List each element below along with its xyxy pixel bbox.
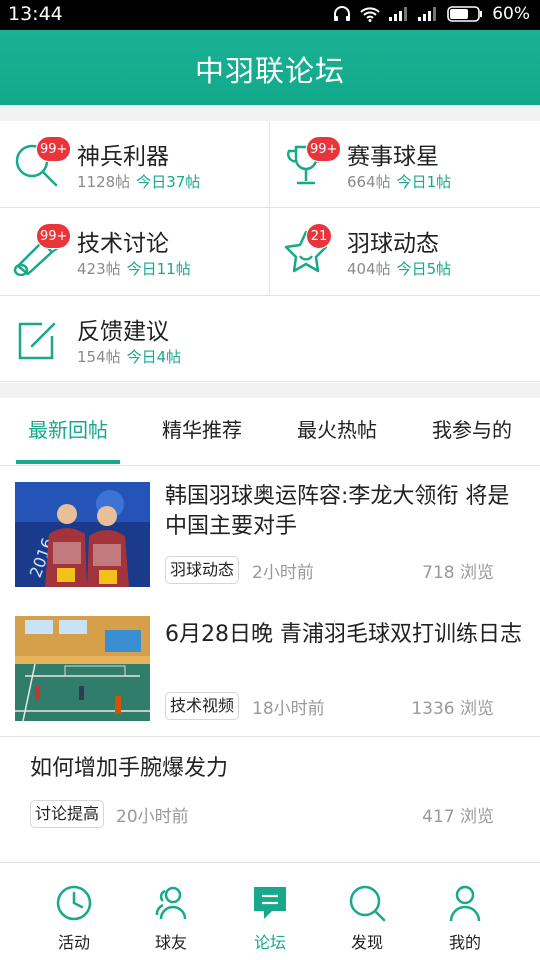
- post-title: 如何增加手腕爆发力: [30, 756, 229, 781]
- post-count: 154帖: [77, 348, 121, 366]
- nav-label: 论坛: [253, 933, 286, 952]
- nav-forum[interactable]: 论坛: [216, 863, 324, 960]
- search-icon: [349, 885, 386, 922]
- court-photo: [15, 616, 150, 721]
- forum-category-shenbingliqi[interactable]: 99+ 神兵利器 1128帖 今日37帖: [0, 121, 268, 207]
- post-category-tag[interactable]: 羽球动态: [165, 556, 240, 584]
- forum-category-yuqiudongtai[interactable]: 21 羽球动态 404帖 今日5帖: [270, 208, 538, 294]
- today-count: 今日37帖: [136, 173, 201, 191]
- forum-category-stats: 404帖 今日5帖: [347, 258, 451, 279]
- today-count: 今日5帖: [396, 260, 452, 278]
- nav-label: 发现: [350, 933, 383, 952]
- tab-participated[interactable]: 我参与的: [420, 398, 524, 464]
- nav-label: 我的: [448, 933, 481, 952]
- forum-category-name: 赛事球星: [347, 144, 439, 170]
- forum-category-saishiqiuxing[interactable]: 99+ 赛事球星 664帖 今日1帖: [270, 121, 538, 207]
- edit-icon: [18, 322, 56, 360]
- app-header: 中羽联论坛: [0, 30, 540, 105]
- today-count: 今日11帖: [126, 260, 191, 278]
- post-time: 18小时前: [252, 699, 325, 719]
- unread-badge: 99+: [306, 136, 342, 162]
- list-item[interactable]: 6月28日晚 青浦羽毛球双打训练日志 技术视频 18小时前 1336 浏览: [0, 601, 540, 736]
- post-filter-tabs: 最新回帖 精华推荐 最火热帖 我参与的: [0, 398, 540, 466]
- battery-percent: 60%: [492, 4, 530, 24]
- post-thumbnail: [15, 616, 150, 721]
- post-time: 20小时前: [116, 807, 189, 827]
- section-gap: [0, 383, 540, 398]
- post-count: 404帖: [347, 260, 391, 278]
- signal-icon: [389, 7, 408, 21]
- status-icons: 60%: [333, 4, 530, 24]
- post-count: 664帖: [347, 173, 391, 191]
- forum-chat-icon: [254, 887, 286, 919]
- nav-label: 活动: [57, 933, 90, 952]
- post-count: 423帖: [77, 260, 121, 278]
- post-thumbnail: 2016: [15, 482, 150, 587]
- nav-discover[interactable]: 发现: [313, 863, 421, 960]
- post-time: 2小时前: [252, 563, 314, 583]
- headset-icon: [334, 6, 351, 21]
- post-category-tag[interactable]: 技术视频: [165, 692, 240, 720]
- wifi-icon: [360, 7, 380, 22]
- nav-label: 球友: [154, 933, 187, 952]
- nav-friends[interactable]: 球友: [117, 863, 225, 960]
- list-item[interactable]: 如何增加手腕爆发力 讨论提高 20小时前 417 浏览: [0, 737, 540, 862]
- post-views: 1336 浏览: [411, 699, 494, 719]
- post-views: 718 浏览: [422, 563, 494, 583]
- post-count: 1128帖: [77, 173, 131, 191]
- signal-icon-2: [418, 7, 437, 21]
- page-title: 中羽联论坛: [194, 54, 345, 88]
- nav-activity[interactable]: 活动: [20, 863, 128, 960]
- battery-icon: [447, 6, 483, 22]
- unread-badge: 99+: [36, 136, 72, 162]
- forum-category-name: 反馈建议: [77, 319, 169, 345]
- today-count: 今日4帖: [126, 348, 182, 366]
- forum-category-name: 羽球动态: [347, 231, 439, 257]
- forum-category-name: 技术讨论: [77, 231, 169, 257]
- forum-category-stats: 154帖 今日4帖: [77, 346, 181, 367]
- active-tab-indicator: [16, 460, 120, 464]
- nav-profile[interactable]: 我的: [411, 863, 519, 960]
- forum-category-stats: 423帖 今日11帖: [77, 258, 191, 279]
- forum-category-fankuijianyi[interactable]: 反馈建议 154帖 今日4帖: [0, 296, 268, 382]
- unread-badge: 21: [306, 223, 332, 249]
- forum-category-grid: 99+ 神兵利器 1128帖 今日37帖 99+ 赛事球星 664帖 今日1帖 99…: [0, 121, 540, 382]
- post-views: 417 浏览: [422, 807, 494, 827]
- forum-category-jishutaolun[interactable]: 99+ 技术讨论 423帖 今日11帖: [0, 208, 268, 294]
- forum-category-stats: 1128帖 今日37帖: [77, 171, 200, 192]
- bottom-navigation: 活动 球友 论坛 发现 我的: [0, 862, 540, 960]
- profile-icon: [449, 885, 481, 922]
- forum-category-stats: 664帖 今日1帖: [347, 171, 451, 192]
- tab-latest-replies[interactable]: 最新回帖: [16, 398, 120, 464]
- tab-hottest[interactable]: 最火热帖: [285, 398, 389, 464]
- section-gap: [0, 105, 540, 121]
- unread-badge: 99+: [36, 223, 72, 249]
- friends-icon: [155, 886, 187, 920]
- today-count: 今日1帖: [396, 173, 452, 191]
- status-bar: 13:44 60%: [0, 0, 540, 30]
- status-time: 13:44: [8, 3, 63, 25]
- clock-icon: [56, 885, 92, 921]
- post-title: 6月28日晚 青浦羽毛球双打训练日志: [165, 622, 522, 647]
- tab-featured[interactable]: 精华推荐: [150, 398, 254, 464]
- forum-category-name: 神兵利器: [77, 144, 169, 170]
- players-photo: 2016: [15, 482, 150, 587]
- post-title: 韩国羽球奥运阵容:李龙大领衔 将是中国主要对手: [165, 484, 510, 539]
- post-category-tag[interactable]: 讨论提高: [30, 800, 105, 828]
- list-item[interactable]: 2016 韩国羽球奥运阵容:李龙大领衔 将是中国主要对手 羽球动态 2小时前 7…: [0, 467, 540, 601]
